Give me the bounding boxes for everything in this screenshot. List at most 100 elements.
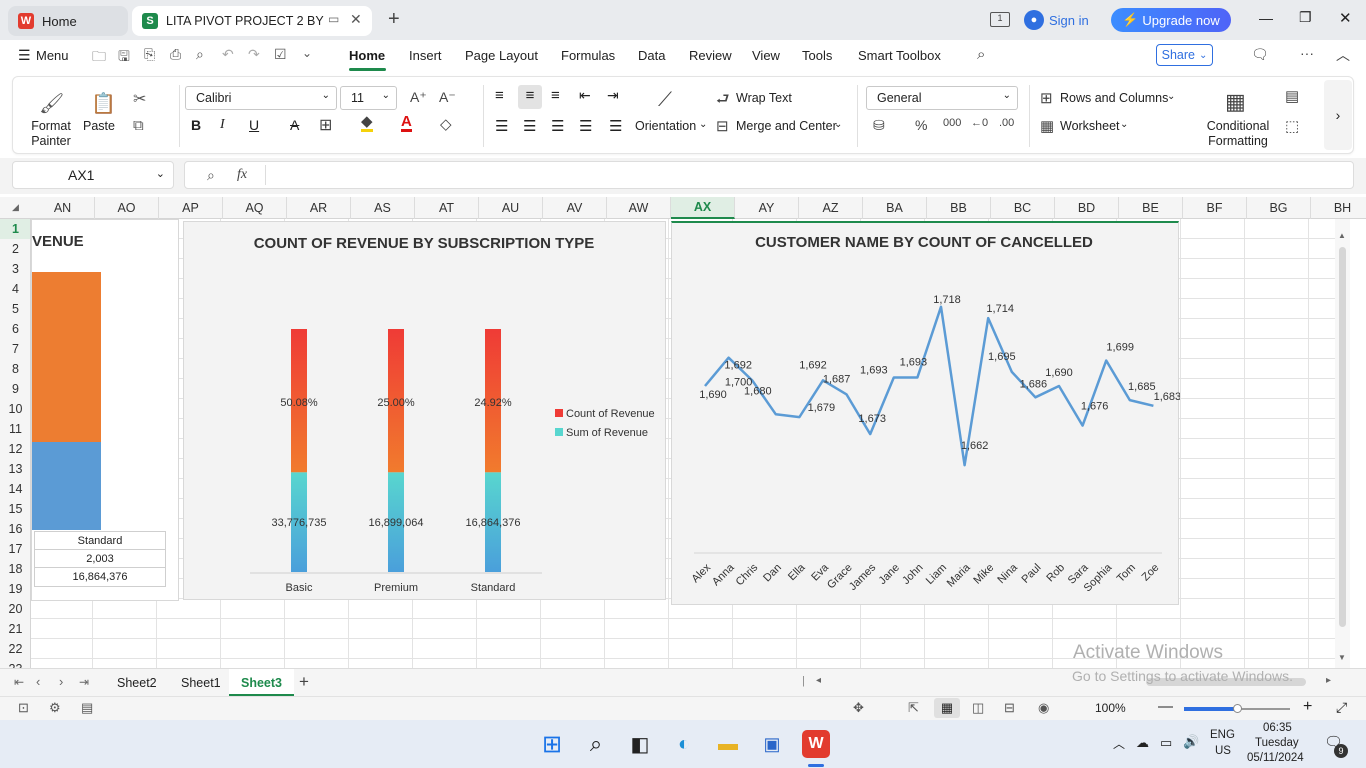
scroll-left-icon[interactable]: ◂ [816, 675, 821, 686]
sheet-view-icon[interactable]: ▤ [81, 700, 93, 716]
next-sheet-icon[interactable]: › [59, 674, 63, 689]
wps-taskbar-icon[interactable]: W [802, 730, 830, 758]
row-header-20[interactable]: 20 [0, 599, 30, 619]
percent-icon[interactable]: % [915, 117, 927, 133]
row-header-22[interactable]: 22 [0, 639, 30, 659]
distributed-icon[interactable]: ☰ [609, 117, 622, 135]
row-header-9[interactable]: 9 [0, 379, 30, 399]
currency-icon[interactable]: ⛁ [873, 117, 885, 134]
tab-insert[interactable]: Insert [409, 48, 442, 63]
paste-icon[interactable]: 📋 [91, 91, 116, 116]
file-explorer-icon[interactable]: ▬ [714, 730, 742, 758]
zoom-slider-handle[interactable] [1233, 704, 1242, 713]
scroll-down-icon[interactable]: ▼ [1338, 653, 1346, 662]
row-header-17[interactable]: 17 [0, 539, 30, 559]
cut-icon[interactable]: ✂ [133, 89, 146, 109]
strikethrough-icon[interactable]: A [290, 117, 299, 133]
user-avatar-icon[interactable]: ● [1024, 10, 1044, 30]
column-header-av[interactable]: AV [543, 197, 607, 219]
italic-icon[interactable]: I [220, 117, 225, 133]
bold-icon[interactable]: B [191, 117, 201, 133]
prev-sheet-icon[interactable]: ‹ [36, 674, 40, 689]
align-right-icon[interactable]: ☰ [551, 117, 564, 135]
sheet-tab-sheet2[interactable]: Sheet2 [117, 676, 157, 690]
column-header-aq[interactable]: AQ [223, 197, 287, 219]
align-center-icon[interactable]: ☰ [523, 117, 536, 135]
row-header-18[interactable]: 18 [0, 559, 30, 579]
table-style-icon[interactable]: ⬚ [1285, 117, 1299, 135]
format-icon[interactable]: ☑ [274, 46, 287, 63]
export-icon[interactable]: ⇱ [908, 700, 919, 716]
increase-font-icon[interactable]: A⁺ [410, 89, 427, 106]
task-view-icon[interactable]: ◧ [626, 730, 654, 758]
language-line2[interactable]: US [1215, 745, 1231, 757]
row-header-16[interactable]: 16 [0, 519, 30, 539]
taskbar-search-icon[interactable]: ⌕ [582, 730, 610, 758]
column-header-bh[interactable]: BH [1311, 197, 1366, 219]
print-preview-icon[interactable]: ⌕ [196, 46, 204, 63]
row-header-8[interactable]: 8 [0, 359, 30, 379]
wrap-text-icon[interactable]: ⮐ [716, 89, 730, 114]
close-window-icon[interactable]: ✕ [1339, 9, 1352, 27]
column-header-ap[interactable]: AP [159, 197, 223, 219]
clear-format-icon[interactable]: ◇ [440, 115, 452, 133]
column-header-au[interactable]: AU [479, 197, 543, 219]
print-icon[interactable]: ⎙ [170, 46, 181, 63]
worksheet-button[interactable]: Worksheet [1060, 119, 1120, 133]
copy-icon[interactable]: ⧉ [133, 117, 144, 134]
scroll-thumb[interactable] [1339, 247, 1346, 627]
conditional-formatting-button[interactable]: Conditional Formatting [1195, 119, 1281, 149]
clock-time[interactable]: 06:35 [1263, 722, 1292, 734]
zoom-in-icon[interactable]: + [1303, 698, 1312, 716]
column-header-bb[interactable]: BB [927, 197, 991, 219]
row-header-7[interactable]: 7 [0, 339, 30, 359]
more-quick-chevron-icon[interactable]: ⌄ [302, 46, 312, 60]
conditional-formatting-icon[interactable]: ▦ [1225, 89, 1246, 115]
row-header-23[interactable]: 23 [0, 659, 30, 668]
navigate-icon[interactable]: ✥ [853, 700, 864, 716]
justify-icon[interactable]: ☰ [579, 117, 592, 135]
formula-input-area[interactable]: ⌕ fx [184, 161, 1354, 189]
row-header-2[interactable]: 2 [0, 239, 30, 259]
select-all-icon[interactable]: ◢ [12, 202, 19, 213]
row-header-21[interactable]: 21 [0, 619, 30, 639]
store-icon[interactable]: ▣ [758, 730, 786, 758]
column-header-bf[interactable]: BF [1183, 197, 1247, 219]
rows-columns-icon[interactable]: ⊞ [1040, 89, 1053, 107]
clock-date[interactable]: 05/11/2024 [1247, 752, 1304, 764]
close-tab-icon[interactable]: ✕ [350, 11, 362, 28]
scroll-up-icon[interactable]: ▲ [1338, 231, 1346, 240]
column-header-an[interactable]: AN [31, 197, 95, 219]
last-sheet-icon[interactable]: ⇥ [79, 675, 89, 689]
share-link-icon[interactable]: ⎘ [144, 46, 155, 63]
first-sheet-icon[interactable]: ⇤ [14, 675, 24, 689]
scroll-right-icon[interactable]: ▸ [1326, 675, 1331, 686]
align-top-icon[interactable]: ≡ [495, 87, 504, 104]
tab-data[interactable]: Data [638, 48, 665, 63]
borders-icon[interactable]: ⊞ [319, 115, 332, 135]
share-button[interactable]: Share ⌄ [1156, 44, 1213, 66]
chart-subscription[interactable]: COUNT OF REVENUE BY SUBSCRIPTION TYPE 50.… [183, 221, 666, 600]
sheet-tab-sheet1[interactable]: Sheet1 [181, 676, 221, 690]
sign-in-link[interactable]: Sign in [1049, 13, 1089, 28]
minimize-icon[interactable]: — [1259, 10, 1273, 26]
tab-ribbon-home[interactable]: Home [349, 48, 385, 63]
font-name-select[interactable]: Calibri ⌄ [185, 86, 337, 110]
row-header-6[interactable]: 6 [0, 319, 30, 339]
vertical-scrollbar[interactable]: ▲ ▼ [1335, 219, 1350, 668]
open-folder-icon[interactable]: 🗀 [92, 46, 106, 70]
column-header-aw[interactable]: AW [607, 197, 671, 219]
column-header-be[interactable]: BE [1119, 197, 1183, 219]
chart-customer[interactable]: CUSTOMER NAME BY COUNT OF CANCELLED 1,690… [671, 221, 1181, 605]
row-header-1[interactable]: 1 [0, 219, 30, 239]
tab-review[interactable]: Review [689, 48, 732, 63]
orientation-icon[interactable]: ⟋ [658, 89, 672, 112]
cell-style-icon[interactable]: ▤ [1285, 87, 1299, 105]
decrease-indent-icon[interactable]: ⇤ [579, 87, 591, 104]
row-header-12[interactable]: 12 [0, 439, 30, 459]
zoom-formula-icon[interactable]: ⌕ [207, 167, 215, 184]
align-middle-icon[interactable]: ≡ [518, 85, 542, 109]
row-header-5[interactable]: 5 [0, 299, 30, 319]
number-format-select[interactable]: General ⌄ [866, 86, 1018, 110]
add-sheet-icon[interactable]: + [299, 672, 309, 692]
